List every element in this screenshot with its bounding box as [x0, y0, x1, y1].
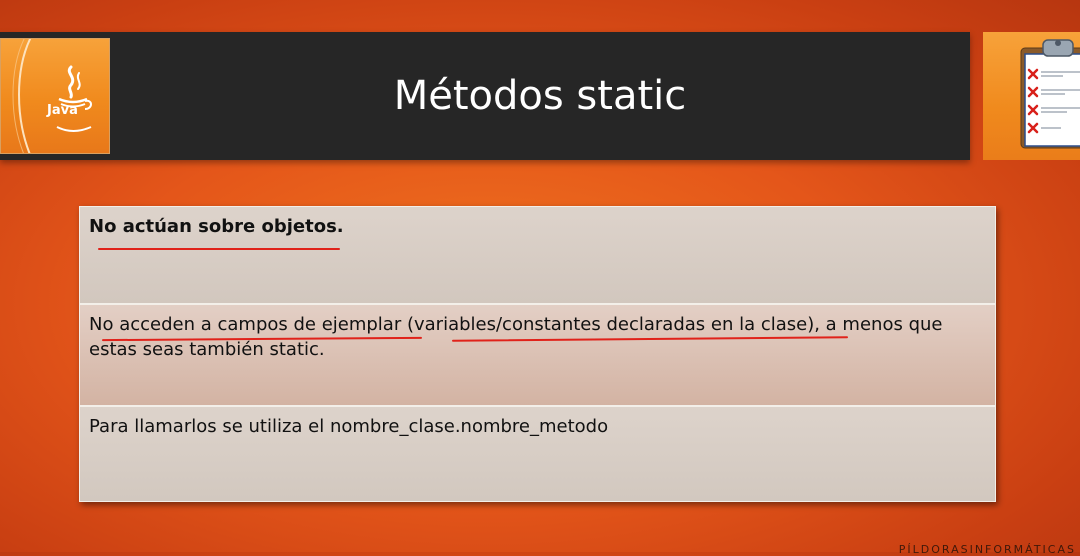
row-text: Para llamarlos se utiliza el nombre_clas… [89, 416, 609, 437]
table-row: No actúan sobre objetos. [79, 206, 996, 304]
annotation-underline [451, 336, 849, 342]
java-logo-text: Java [47, 103, 78, 118]
watermark: PÍLDORASINFORMÁTICAS [898, 543, 1076, 556]
content-table: No actúan sobre objetos. No acceden a ca… [79, 206, 996, 502]
checklist-clipboard-icon [1020, 39, 1080, 149]
title-bar: Métodos static [0, 32, 970, 160]
table-row: Para llamarlos se utiliza el nombre_clas… [79, 406, 996, 502]
row-text: No actúan sobre objetos. [89, 216, 344, 237]
table-row: No acceden a campos de ejemplar (variabl… [79, 304, 996, 406]
annotation-underline [98, 248, 340, 250]
java-logo-icon [12, 39, 92, 153]
slide-title: Métodos static [393, 73, 687, 119]
checklist-tile [983, 32, 1080, 160]
java-logo-tile: Java [0, 38, 110, 154]
